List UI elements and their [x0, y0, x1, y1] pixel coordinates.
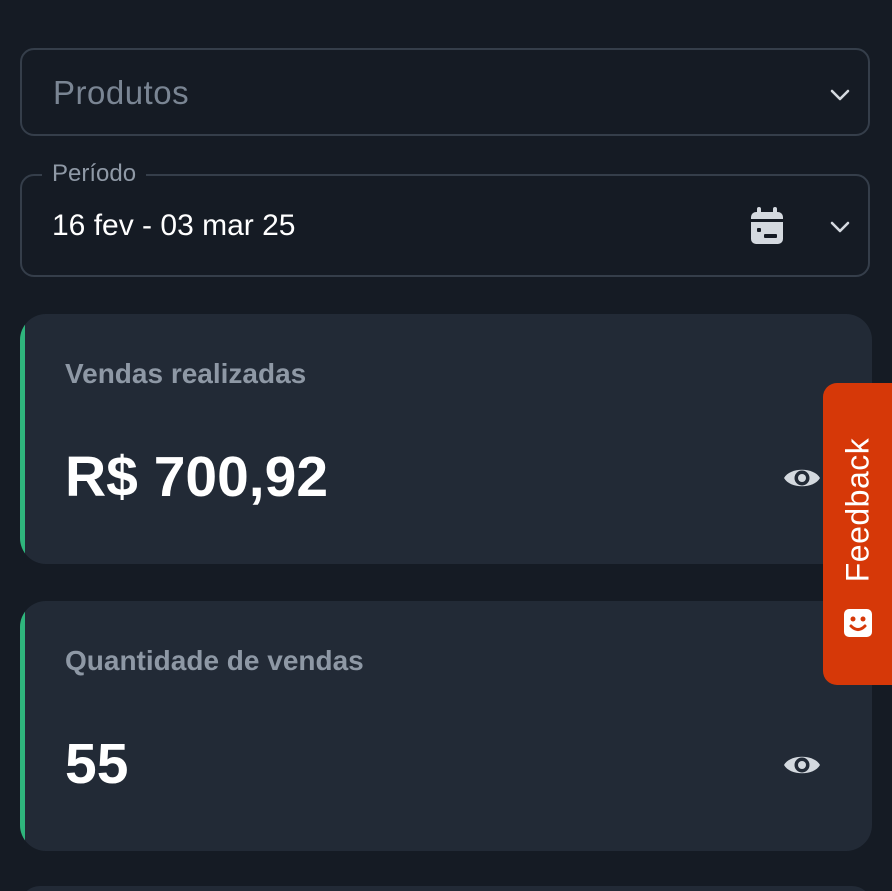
card-value: 55 [65, 732, 129, 796]
eye-icon[interactable] [782, 464, 822, 492]
card-accent-bar [20, 601, 25, 851]
sales-total-card: Vendas realizadas R$ 700,92 [20, 314, 872, 564]
calendar-icon[interactable] [749, 206, 785, 246]
chevron-down-icon [829, 88, 851, 102]
period-picker[interactable]: Período 16 fev - 03 mar 25 [20, 160, 870, 277]
smile-chat-icon [842, 607, 874, 639]
card-accent-bar [20, 314, 25, 564]
card-label: Vendas realizadas [65, 358, 307, 389]
product-select[interactable]: Produtos [20, 48, 870, 136]
card-label: Quantidade de vendas [65, 645, 364, 676]
app-screen: Produtos Período 16 fev - 03 mar 25 Vend… [0, 0, 892, 891]
card-value: R$ 700,92 [65, 445, 329, 509]
period-label: Período [42, 160, 147, 188]
feedback-tab[interactable]: Feedback [823, 383, 892, 685]
feedback-label: Feedback [839, 437, 875, 583]
period-value: 16 fev - 03 mar 25 [52, 209, 296, 242]
next-card-edge [20, 886, 872, 891]
eye-icon[interactable] [782, 751, 822, 779]
chevron-down-icon [829, 220, 851, 234]
product-select-placeholder: Produtos [53, 74, 190, 111]
sales-count-card: Quantidade de vendas 55 [20, 601, 872, 851]
